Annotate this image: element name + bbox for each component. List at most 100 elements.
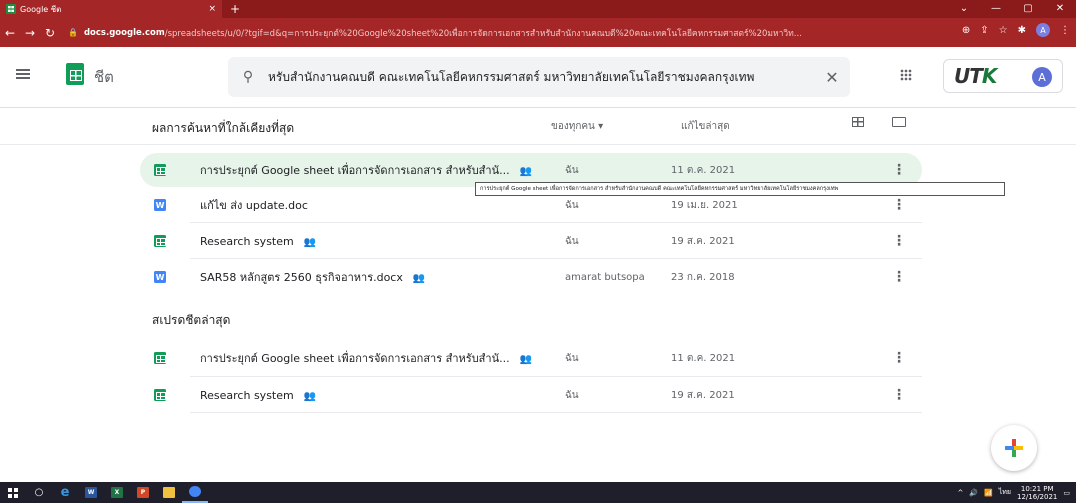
file-date: 19 เม.ย. 2021 — [671, 199, 738, 211]
powerpoint-icon[interactable]: P — [130, 482, 156, 503]
search-input[interactable] — [268, 70, 814, 84]
bookmark-star-icon[interactable]: ☆ — [999, 25, 1008, 36]
maximize-button[interactable]: ▢ — [1012, 0, 1044, 18]
more-options-icon[interactable]: ⋮ — [892, 197, 906, 213]
address-bar: ← → ↻ 🔒 docs.google.com /spreadsheets/u/… — [0, 18, 1076, 47]
browser-tab-strip: Google ชีต × + ⌄ — ▢ ✕ — [0, 0, 1076, 18]
forward-icon[interactable]: → — [20, 26, 40, 40]
url-host: docs.google.com — [83, 27, 165, 38]
browser-tab[interactable]: Google ชีต × — [0, 0, 222, 18]
last-modified-header[interactable]: แก้ไขล่าสุด — [681, 119, 730, 134]
clear-search-icon[interactable]: ✕ — [814, 68, 850, 87]
reload-icon[interactable]: ↻ — [40, 26, 60, 40]
spreadsheet-icon — [154, 352, 166, 364]
file-date: 23 ก.ค. 2018 — [671, 271, 735, 283]
network-icon[interactable]: 📶 — [984, 489, 993, 497]
google-apps-icon[interactable] — [900, 69, 912, 81]
file-owner: ฉัน — [565, 352, 579, 364]
window-controls: ⌄ — ▢ ✕ — [948, 0, 1076, 18]
more-options-icon[interactable]: ⋮ — [892, 233, 906, 249]
shared-users-icon: 👥 — [412, 273, 426, 284]
start-button[interactable] — [0, 482, 26, 503]
search-box: ⚲ ✕ — [228, 57, 850, 97]
folder-picker-icon[interactable] — [892, 117, 906, 127]
edge-icon[interactable]: e — [52, 482, 78, 503]
volume-icon[interactable]: 🔊 — [969, 489, 978, 497]
avatar[interactable]: A — [1032, 67, 1052, 87]
table-row[interactable]: การประยุกต์ Google sheet เพื่อการจัดการเ… — [140, 341, 922, 375]
app-name[interactable]: ชีต — [94, 65, 114, 89]
language-indicator[interactable]: ไทย — [999, 487, 1011, 498]
file-owner: amarat butsopa — [565, 271, 645, 283]
table-row[interactable]: Research system 👥 ฉัน 19 ส.ค. 2021 ⋮ — [140, 224, 922, 258]
spreadsheet-icon — [154, 235, 166, 247]
sheets-logo-icon[interactable] — [66, 63, 84, 85]
header-divider — [0, 107, 1076, 108]
app-header: ชีต ⚲ ✕ UTK A — [0, 47, 1076, 107]
main-menu-icon[interactable] — [16, 69, 30, 79]
excel-icon[interactable]: X — [104, 482, 130, 503]
new-tab-button[interactable]: + — [230, 2, 240, 16]
shared-users-icon: 👥 — [303, 236, 317, 248]
owner-filter-dropdown[interactable]: ของทุกคน ▾ — [551, 119, 603, 134]
tab-search-icon[interactable]: ⌄ — [948, 0, 980, 18]
windows-logo-icon — [8, 487, 18, 498]
browser-menu-icon[interactable]: ⋮ — [1060, 25, 1070, 36]
url-path: /spreadsheets/u/0/?tgif=d&q=การประยุกต์%… — [164, 28, 802, 39]
table-row[interactable]: W SAR58 หลักสูตร 2560 ธุรกิจอาหาร.docx 👥 … — [140, 260, 922, 294]
file-owner: ฉัน — [565, 235, 579, 247]
org-logo: UTK — [954, 64, 997, 88]
shared-users-icon: 👥 — [519, 354, 533, 365]
file-owner: ฉัน — [565, 164, 579, 176]
create-new-button[interactable] — [991, 425, 1037, 471]
file-name: การประยุกต์ Google sheet เพื่อการจัดการเ… — [200, 352, 533, 365]
back-icon[interactable]: ← — [0, 26, 20, 40]
more-options-icon[interactable]: ⋮ — [892, 162, 906, 178]
section-divider — [0, 144, 1076, 145]
document-icon: W — [154, 199, 166, 211]
table-row[interactable]: Research system 👥 ฉัน 19 ส.ค. 2021 ⋮ — [140, 378, 922, 412]
file-explorer-icon[interactable] — [156, 482, 182, 503]
search-icon[interactable]: ⚲ — [228, 69, 268, 85]
file-date: 11 ต.ค. 2021 — [671, 164, 736, 176]
spreadsheet-icon — [154, 389, 166, 401]
tab-close-icon[interactable]: × — [208, 4, 216, 14]
more-options-icon[interactable]: ⋮ — [892, 387, 906, 403]
clock[interactable]: 10:21 PM 12/16/2021 — [1017, 485, 1057, 501]
row-divider — [190, 376, 922, 377]
recent-heading: สเปรดชีตล่าสุด — [152, 313, 231, 327]
row-divider — [190, 222, 922, 223]
extensions-icon[interactable]: ✱ — [1018, 25, 1026, 36]
plus-icon — [1005, 439, 1023, 457]
row-divider — [190, 258, 922, 259]
lock-icon: 🔒 — [68, 28, 78, 37]
minimize-button[interactable]: — — [980, 0, 1012, 18]
notifications-icon[interactable]: ▭ — [1063, 489, 1070, 497]
file-name: การประยุกต์ Google sheet เพื่อการจัดการเ… — [200, 164, 533, 177]
tray-chevron-icon[interactable]: ^ — [957, 489, 963, 497]
search-taskbar-icon[interactable]: ○ — [26, 482, 52, 503]
more-options-icon[interactable]: ⋮ — [892, 350, 906, 366]
word-icon[interactable]: W — [78, 482, 104, 503]
file-date: 19 ส.ค. 2021 — [671, 235, 735, 247]
close-window-button[interactable]: ✕ — [1044, 0, 1076, 18]
tab-title: Google ชีต — [20, 4, 62, 14]
row-divider — [190, 412, 922, 413]
more-options-icon[interactable]: ⋮ — [892, 269, 906, 285]
profile-avatar[interactable]: A — [1036, 23, 1050, 37]
browser-actions: ⊕ ⇪ ☆ ✱ A ⋮ — [962, 23, 1070, 37]
zoom-icon[interactable]: ⊕ — [962, 25, 970, 36]
file-name: Research system 👥 — [200, 234, 317, 248]
url-field[interactable]: 🔒 docs.google.com /spreadsheets/u/0/?tgi… — [68, 23, 918, 43]
chrome-icon[interactable] — [182, 482, 208, 503]
document-icon: W — [154, 271, 166, 283]
file-name: Research system 👥 — [200, 388, 317, 402]
shared-users-icon: 👥 — [303, 390, 317, 402]
file-name: SAR58 หลักสูตร 2560 ธุรกิจอาหาร.docx 👥 — [200, 271, 426, 284]
share-icon[interactable]: ⇪ — [980, 25, 988, 36]
sheets-favicon-icon — [6, 4, 16, 14]
file-date: 11 ต.ค. 2021 — [671, 352, 736, 364]
shared-users-icon: 👥 — [519, 166, 533, 177]
grid-view-icon[interactable] — [852, 117, 864, 127]
account-brand-box[interactable]: UTK A — [943, 59, 1063, 93]
